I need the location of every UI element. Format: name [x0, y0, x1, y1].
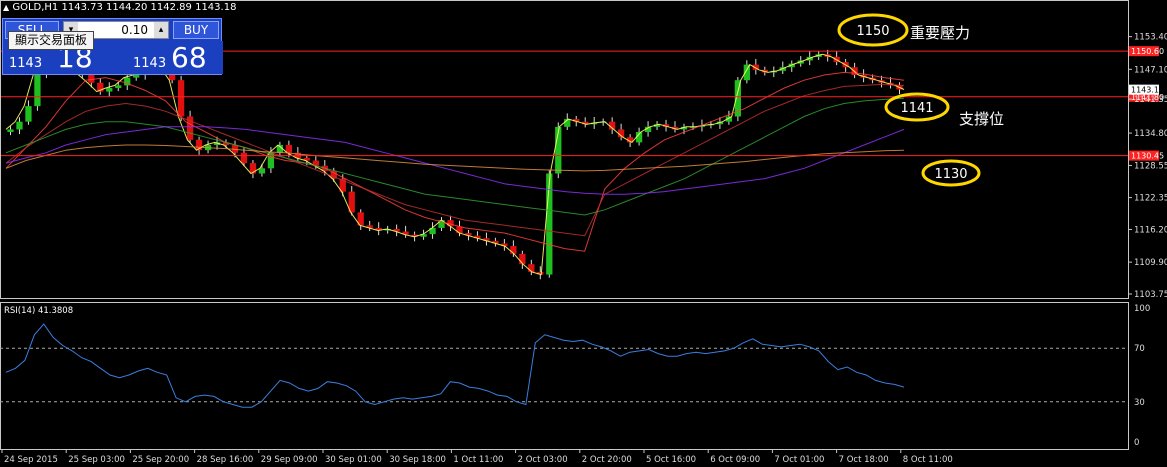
- lot-value: 0.10: [121, 23, 148, 37]
- support2-value-label: 1130: [934, 167, 967, 182]
- time-tick-label: 8 Oct 11:00: [903, 455, 953, 465]
- sell-price-small: 1143: [9, 56, 43, 71]
- support-text: 支撐位: [959, 110, 1004, 128]
- time-tick-label: 7 Oct 01:00: [774, 455, 824, 465]
- price-tick-label: 1134.80: [1134, 129, 1167, 139]
- time-tick-label: 5 Oct 16:00: [646, 455, 696, 465]
- rsi-tick-label: 30: [1134, 398, 1145, 408]
- time-tick-label: 1 Oct 11:00: [453, 455, 503, 465]
- ohlc-values: 1143.73 1144.20 1142.89 1143.18: [61, 2, 237, 13]
- axes-layer: 1153.40 1147.10 1141.35 1134.80 1128.55 1122.…: [1, 33, 1167, 465]
- price-tick-label: 1141.35: [1134, 95, 1167, 105]
- time-tick-label: 28 Sep 16:00: [197, 455, 254, 465]
- ma-red2-line: [5, 83, 905, 237]
- candle-body: [240, 152, 248, 164]
- candle-body: [7, 129, 14, 133]
- price-tick-label: 1147.10: [1134, 65, 1167, 75]
- buy-button[interactable]: BUY: [173, 21, 219, 39]
- triangle-icon: ▲: [3, 3, 10, 12]
- symbol-title: GOLD,H1: [12, 2, 59, 13]
- candle-body: [106, 87, 113, 92]
- price-level-label: 1150.60: [1131, 47, 1164, 56]
- rsi-tick-label: 0: [1134, 438, 1139, 448]
- rsi-label: RSI(14) 41.3808: [4, 306, 73, 316]
- time-tick-label: 24 Sep 2015: [4, 455, 58, 465]
- candle-body: [25, 106, 32, 122]
- rsi-frame: [0, 302, 1129, 450]
- moving-averages-layer: [5, 42, 905, 276]
- rsi-line: [5, 323, 905, 408]
- ma-green-line: [5, 97, 905, 216]
- support-value-label: 1141: [900, 101, 933, 116]
- time-tick-label: 6 Oct 09:00: [710, 455, 760, 465]
- candle-body: [34, 75, 41, 107]
- candle-body: [16, 121, 23, 130]
- rsi-subwindow: RSI(14) 41.3808 100 70 30 0: [0, 304, 1150, 448]
- ma-orange-line: [5, 144, 905, 172]
- annotations-layer: 1150 1141 1130 重要壓力支撐位: [837, 13, 1004, 187]
- rsi-tick-label: 100: [1134, 304, 1150, 314]
- candle-body: [133, 75, 140, 78]
- time-tick-label: 29 Sep 09:00: [261, 455, 318, 465]
- candle-body: [115, 85, 122, 88]
- time-tick-label: 2 Oct 03:00: [518, 455, 568, 465]
- time-tick-label: 30 Sep 18:00: [389, 455, 446, 465]
- buy-price-big: 68: [171, 41, 207, 74]
- chart-header: ▲ GOLD,H1 1143.73 1144.20 1142.89 1143.1…: [3, 2, 236, 13]
- resistance-text: 重要壓力: [910, 24, 970, 42]
- ma-red1-line: [5, 71, 905, 252]
- time-tick-label: 7 Oct 18:00: [839, 455, 889, 465]
- candle-body: [285, 144, 293, 153]
- price-tick-label: 1109.90: [1134, 258, 1167, 268]
- rsi-tick-label: 70: [1134, 344, 1145, 354]
- price-tick-label: 1116.20: [1134, 225, 1167, 235]
- time-tick-label: 2 Oct 20:00: [582, 455, 632, 465]
- time-tick-label: 25 Sep 03:00: [68, 455, 125, 465]
- price-tick-label: 1153.40: [1134, 33, 1167, 43]
- lot-increase-button[interactable]: ▴: [154, 22, 168, 38]
- ma-purple-line: [5, 126, 905, 195]
- time-tick-label: 25 Sep 20:00: [132, 455, 189, 465]
- candle-body: [177, 80, 185, 117]
- time-tick-label: 30 Sep 01:00: [325, 455, 382, 465]
- tooltip: 顯示交易面板: [8, 31, 94, 50]
- price-level-label: 1130.45: [1131, 152, 1164, 161]
- price-tick-label: 1103.75: [1134, 290, 1167, 300]
- buy-price-small: 1143: [133, 56, 167, 71]
- candle-body: [743, 64, 750, 81]
- candle-body: [258, 168, 266, 174]
- current-price-label: 1143.18: [1131, 86, 1164, 95]
- buy-price-box[interactable]: 1143 68: [115, 41, 223, 74]
- price-tick-label: 1122.35: [1134, 194, 1167, 204]
- candle-body: [519, 253, 526, 265]
- price-tick-label: 1128.55: [1134, 161, 1167, 171]
- resistance-value-label: 1150: [856, 24, 889, 39]
